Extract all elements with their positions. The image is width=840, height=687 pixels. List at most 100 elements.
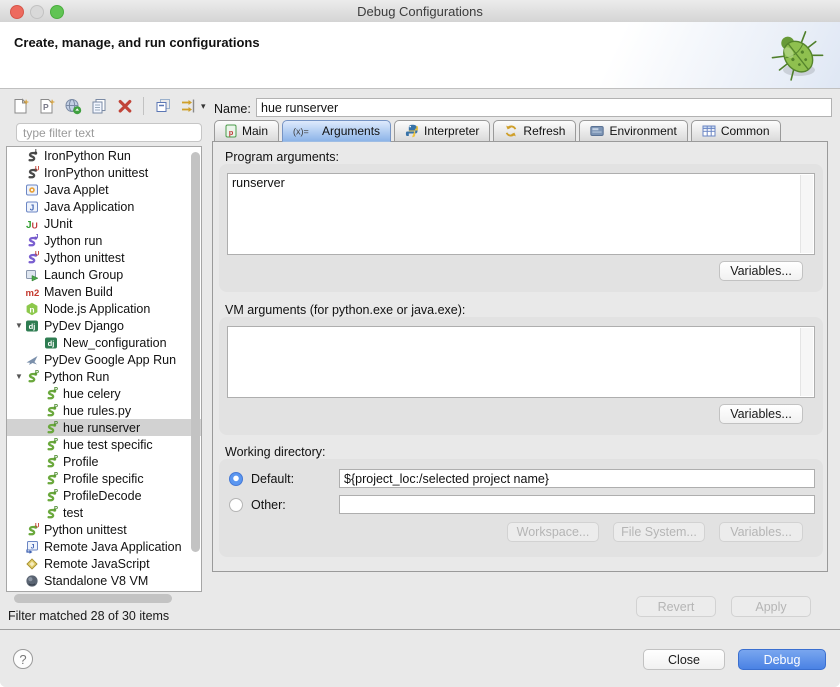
tree-item[interactable]: Phue test specific <box>7 436 201 453</box>
svg-text:J: J <box>35 234 38 240</box>
tab-interpreter[interactable]: Interpreter <box>394 120 490 142</box>
python-run-icon: P <box>44 387 59 401</box>
close-button[interactable]: Close <box>643 649 725 670</box>
tree-item[interactable]: Remote JavaScript <box>7 555 201 572</box>
svg-text:P: P <box>54 404 58 410</box>
debug-button[interactable]: Debug <box>738 649 826 670</box>
tree-item[interactable]: UJython unittest <box>7 249 201 266</box>
tree-item-label: Remote JavaScript <box>44 557 150 571</box>
workspace-button[interactable]: Workspace... <box>507 522 599 542</box>
tree-item-label: Remote Java Application <box>44 540 182 554</box>
svg-text:dj: dj <box>29 322 36 331</box>
tab-environment[interactable]: Environment <box>579 120 687 142</box>
vm-arguments-textarea[interactable] <box>227 326 815 398</box>
tree-item[interactable]: djNew_configuration <box>7 334 201 351</box>
expand-arrow-icon[interactable]: ▼ <box>13 372 25 381</box>
python-run-icon: P <box>44 421 59 435</box>
tree-item[interactable]: PProfileDecode <box>7 487 201 504</box>
duplicate-icon[interactable] <box>88 96 109 116</box>
tree-item[interactable]: PProfile <box>7 453 201 470</box>
python-run-icon: P <box>44 438 59 452</box>
tree-item[interactable]: m2Maven Build <box>7 283 201 300</box>
remote-js-icon <box>25 557 40 571</box>
delete-icon[interactable] <box>114 96 135 116</box>
tree-item[interactable]: Phue celery <box>7 385 201 402</box>
tree-item[interactable]: Phue rules.py <box>7 402 201 419</box>
tree-item[interactable]: JUJUnit <box>7 215 201 232</box>
new-prototype-icon[interactable]: P+ <box>36 96 57 116</box>
titlebar[interactable]: Debug Configurations <box>0 0 840 23</box>
tree-item[interactable]: Java Applet <box>7 181 201 198</box>
dropdown-caret-icon[interactable]: ▾ <box>201 101 206 112</box>
expand-arrow-icon[interactable]: ▼ <box>13 321 25 330</box>
tree-item-label: PyDev Google App Run <box>44 353 176 367</box>
svg-text:dj: dj <box>48 339 55 348</box>
other-directory-input[interactable] <box>339 495 815 514</box>
main-tab-icon: p <box>225 124 237 138</box>
tree-item[interactable]: Standalone V8 VM <box>7 572 201 589</box>
filter-icon[interactable] <box>178 96 199 116</box>
dialog-header-title: Create, manage, and run configurations <box>14 35 260 50</box>
tree-horizontal-scrollbar[interactable] <box>8 594 198 603</box>
svg-text:J: J <box>31 543 35 550</box>
config-tree[interactable]: IIronPython RunUIronPython unittestJava … <box>6 146 202 592</box>
tree-vertical-scrollbar[interactable] <box>191 150 200 588</box>
toolbar-separator <box>143 97 144 115</box>
tree-item[interactable]: Phue runserver <box>7 419 201 436</box>
scrollbar-thumb[interactable] <box>191 152 200 552</box>
textarea-scrollbar[interactable] <box>800 328 813 396</box>
new-config-icon[interactable]: + <box>10 96 31 116</box>
file-system-button[interactable]: File System... <box>613 522 705 542</box>
working-directory-label: Working directory: <box>225 445 326 459</box>
tree-item-label: Java Application <box>44 200 134 214</box>
tree-item[interactable]: IIronPython Run <box>7 147 201 164</box>
tree-item[interactable]: PyDev Google App Run <box>7 351 201 368</box>
dialog-header: Create, manage, and run configurations <box>0 22 840 89</box>
name-label: Name: <box>214 102 251 116</box>
filter-input[interactable] <box>16 123 202 142</box>
java-applet-icon <box>25 183 40 197</box>
tree-item[interactable]: UIronPython unittest <box>7 164 201 181</box>
svg-text:P: P <box>54 489 58 495</box>
tree-item[interactable]: ▼djPyDev Django <box>7 317 201 334</box>
tree-item[interactable]: PProfile specific <box>7 470 201 487</box>
dialog-footer: ? Close Debug <box>0 630 840 687</box>
svg-text:P: P <box>54 455 58 461</box>
working-dir-variables-button[interactable]: Variables... <box>719 522 803 542</box>
interpreter-tab-icon <box>405 124 419 138</box>
revert-button[interactable]: Revert <box>636 596 716 617</box>
tab-main[interactable]: p Main <box>214 120 279 142</box>
tab-common[interactable]: Common <box>691 120 781 142</box>
window-title: Debug Configurations <box>0 4 840 19</box>
tree-item[interactable]: UPython unittest <box>7 521 201 538</box>
tree-item-label: IronPython Run <box>44 149 131 163</box>
tab-refresh[interactable]: Refresh <box>493 120 576 142</box>
collapse-all-icon[interactable] <box>152 96 173 116</box>
default-directory-input[interactable] <box>339 469 815 488</box>
svg-text:m2: m2 <box>26 288 40 299</box>
tree-item[interactable]: Launch Group <box>7 266 201 283</box>
svg-text:n: n <box>29 304 34 314</box>
tree-item[interactable]: JJava Application <box>7 198 201 215</box>
help-icon[interactable]: ? <box>13 649 33 669</box>
tab-label: Environment <box>609 124 676 138</box>
tree-item[interactable]: ▼PPython Run <box>7 368 201 385</box>
tree-item[interactable]: J Remote Java Application <box>7 538 201 555</box>
vm-variables-button[interactable]: Variables... <box>719 404 803 424</box>
program-variables-button[interactable]: Variables... <box>719 261 803 281</box>
tab-label: Main <box>242 124 268 138</box>
scrollbar-thumb[interactable] <box>14 594 172 603</box>
other-radio[interactable] <box>229 498 243 512</box>
default-radio[interactable] <box>229 472 243 486</box>
tree-item[interactable]: Ptest <box>7 504 201 521</box>
textarea-scrollbar[interactable] <box>800 175 813 253</box>
tree-item-label: IronPython unittest <box>44 166 148 180</box>
program-arguments-textarea[interactable]: runserver <box>227 173 815 255</box>
other-label: Other: <box>251 498 305 512</box>
tree-item[interactable]: nNode.js Application <box>7 300 201 317</box>
tab-arguments[interactable]: (x)=Arguments <box>282 120 391 142</box>
name-input[interactable] <box>256 98 832 117</box>
tree-item[interactable]: JJython run <box>7 232 201 249</box>
apply-button[interactable]: Apply <box>731 596 811 617</box>
export-config-icon[interactable] <box>62 96 83 116</box>
